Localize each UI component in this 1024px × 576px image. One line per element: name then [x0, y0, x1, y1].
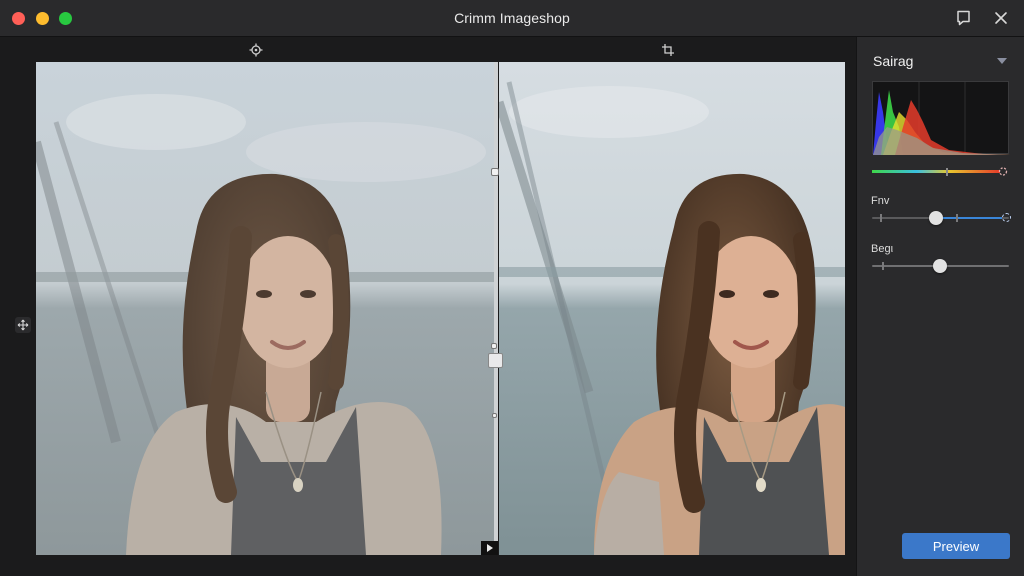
- slider-knob[interactable]: [929, 211, 943, 225]
- crop-icon[interactable]: [661, 43, 675, 57]
- play-icon[interactable]: [481, 541, 498, 555]
- app-window: Crimm Imageshop Sairag Fnv Begι Preview: [0, 0, 1024, 576]
- histogram: [872, 81, 1010, 155]
- slider-end-icon[interactable]: [1002, 213, 1011, 222]
- slider-1[interactable]: [872, 211, 1011, 225]
- slider-2[interactable]: [872, 259, 1009, 273]
- histogram-range-slider[interactable]: [872, 164, 1009, 176]
- slider-tick: [956, 214, 958, 222]
- side-move-icon[interactable]: [15, 317, 31, 333]
- divider-handle-top[interactable]: [491, 168, 499, 176]
- slider-tick: [880, 214, 882, 222]
- slider-knob[interactable]: [933, 259, 947, 273]
- after-image[interactable]: [499, 62, 845, 555]
- compare-divider[interactable]: [494, 62, 498, 555]
- image-canvas: [0, 37, 856, 576]
- preview-button[interactable]: Preview: [902, 533, 1010, 559]
- before-image[interactable]: [36, 62, 495, 555]
- window-title: Crimm Imageshop: [454, 10, 570, 26]
- move-icon[interactable]: [249, 43, 263, 57]
- slider-tick: [882, 262, 884, 270]
- adjustments-panel: Sairag Fnv Begι Preview: [856, 37, 1024, 576]
- note-icon[interactable]: [954, 8, 974, 28]
- slider-label-1: Fnv: [871, 195, 890, 207]
- divider-handle-mid[interactable]: [491, 343, 497, 349]
- title-bar: Crimm Imageshop: [0, 0, 1024, 37]
- slider-fill: [942, 217, 1002, 219]
- chevron-down-icon[interactable]: [997, 58, 1007, 64]
- panel-title: Sairag: [873, 53, 914, 69]
- slider-label-2: Begι: [871, 243, 894, 255]
- divider-handle-main[interactable]: [488, 353, 503, 368]
- close-icon[interactable]: [991, 8, 1011, 28]
- divider-handle-low[interactable]: [492, 413, 497, 418]
